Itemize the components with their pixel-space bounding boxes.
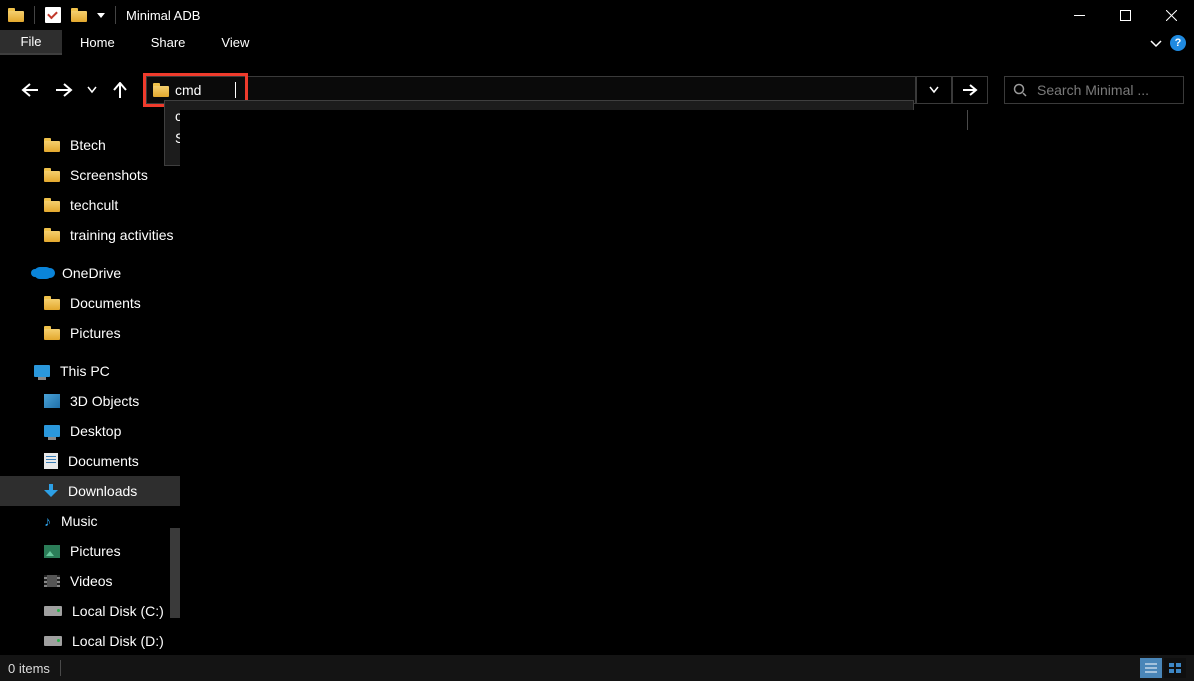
status-bar: 0 items <box>0 655 1194 681</box>
sidebar-item-od-pictures[interactable]: Pictures <box>0 318 180 348</box>
titlebar: Minimal ADB <box>0 0 1194 30</box>
sidebar-item-pictures[interactable]: Pictures <box>0 536 180 566</box>
sidebar-item-music[interactable]: ♪ Music <box>0 506 180 536</box>
sidebar-item-od-documents[interactable]: Documents <box>0 288 180 318</box>
preview-pane-divider[interactable] <box>967 110 968 130</box>
tree-scrollbar[interactable] <box>170 528 180 618</box>
expand-ribbon-icon[interactable] <box>1150 37 1162 49</box>
properties-icon[interactable] <box>45 7 61 23</box>
videos-icon <box>44 575 60 587</box>
file-tab[interactable]: File <box>0 30 62 55</box>
sidebar-item-label: Pictures <box>70 543 121 559</box>
sidebar-item-btech[interactable]: Btech <box>0 130 180 160</box>
tab-share[interactable]: Share <box>133 30 204 55</box>
tab-view[interactable]: View <box>203 30 267 55</box>
close-button[interactable] <box>1148 0 1194 30</box>
help-icon[interactable]: ? <box>1170 35 1186 51</box>
pictures-icon <box>44 545 60 558</box>
sidebar-item-label: Desktop <box>70 423 121 439</box>
sidebar-item-training[interactable]: training activities <box>0 220 180 250</box>
sidebar-item-disk-c[interactable]: Local Disk (C:) <box>0 596 180 626</box>
back-button[interactable] <box>16 76 44 104</box>
window-controls <box>1056 0 1194 30</box>
sidebar-item-desktop[interactable]: Desktop <box>0 416 180 446</box>
address-go-button[interactable] <box>952 76 988 104</box>
sidebar-item-label: Documents <box>68 453 139 469</box>
tab-home[interactable]: Home <box>62 30 133 55</box>
new-folder-icon[interactable] <box>71 8 87 22</box>
drive-icon <box>44 606 62 616</box>
sidebar-item-downloads[interactable]: Downloads <box>0 476 180 506</box>
recent-locations-button[interactable] <box>84 76 100 104</box>
status-item-count: 0 items <box>8 661 50 676</box>
sidebar-item-thispc[interactable]: This PC <box>0 356 180 386</box>
folder-icon <box>44 168 60 182</box>
sidebar-item-label: Videos <box>70 573 113 589</box>
sidebar-item-label: This PC <box>60 363 110 379</box>
sidebar-item-label: Downloads <box>68 483 137 499</box>
explorer-body: Btech Screenshots techcult training acti… <box>0 110 1194 651</box>
text-cursor <box>235 82 236 98</box>
search-icon <box>1013 83 1027 97</box>
sidebar-item-label: Local Disk (D:) <box>72 633 164 649</box>
details-view-button[interactable] <box>1140 658 1162 678</box>
search-placeholder: Search Minimal ... <box>1037 82 1149 98</box>
sidebar-item-label: Local Disk (C:) <box>72 603 164 619</box>
sidebar-item-label: Music <box>61 513 98 529</box>
address-history-button[interactable] <box>916 76 952 104</box>
minimize-button[interactable] <box>1056 0 1102 30</box>
sidebar-item-label: techcult <box>70 197 118 213</box>
qat-separator <box>34 6 35 24</box>
view-switch <box>1140 658 1186 678</box>
sidebar-item-documents[interactable]: Documents <box>0 446 180 476</box>
sidebar-item-3dobjects[interactable]: 3D Objects <box>0 386 180 416</box>
folder-icon <box>44 228 60 242</box>
sidebar-item-techcult[interactable]: techcult <box>0 190 180 220</box>
qat-dropdown-icon[interactable] <box>97 13 105 18</box>
content-pane[interactable] <box>180 110 1194 651</box>
sidebar-item-disk-d[interactable]: Local Disk (D:) <box>0 626 180 656</box>
folder-icon <box>44 138 60 152</box>
sidebar-item-videos[interactable]: Videos <box>0 566 180 596</box>
forward-button[interactable] <box>50 76 78 104</box>
drive-icon <box>44 636 62 646</box>
thumbnails-view-button[interactable] <box>1164 658 1186 678</box>
music-icon: ♪ <box>44 513 51 529</box>
downloads-icon <box>44 484 58 498</box>
sidebar-item-label: Pictures <box>70 325 121 341</box>
sidebar-item-label: 3D Objects <box>70 393 139 409</box>
documents-icon <box>44 453 58 469</box>
folder-icon <box>44 296 60 310</box>
sidebar-item-label: Documents <box>70 295 141 311</box>
sidebar-item-label: OneDrive <box>62 265 121 281</box>
search-box[interactable]: Search Minimal ... <box>1004 76 1184 104</box>
address-input[interactable] <box>175 82 235 98</box>
address-folder-icon <box>153 83 169 97</box>
this-pc-icon <box>34 365 50 377</box>
folder-icon <box>44 326 60 340</box>
maximize-button[interactable] <box>1102 0 1148 30</box>
status-separator <box>60 660 61 676</box>
desktop-icon <box>44 425 60 437</box>
app-folder-icon <box>8 8 24 22</box>
navigation-pane: Btech Screenshots techcult training acti… <box>0 110 180 651</box>
folder-icon <box>44 198 60 212</box>
onedrive-icon <box>34 267 52 279</box>
ribbon: File Home Share View ? <box>0 30 1194 56</box>
window-title: Minimal ADB <box>126 8 200 23</box>
sidebar-item-label: Btech <box>70 137 106 153</box>
3d-objects-icon <box>44 394 60 408</box>
sidebar-item-onedrive[interactable]: OneDrive <box>0 258 180 288</box>
sidebar-item-label: Screenshots <box>70 167 148 183</box>
up-button[interactable] <box>106 76 134 104</box>
sidebar-item-label: training activities <box>70 227 174 243</box>
sidebar-item-screenshots[interactable]: Screenshots <box>0 160 180 190</box>
qat-separator-2 <box>115 6 116 24</box>
